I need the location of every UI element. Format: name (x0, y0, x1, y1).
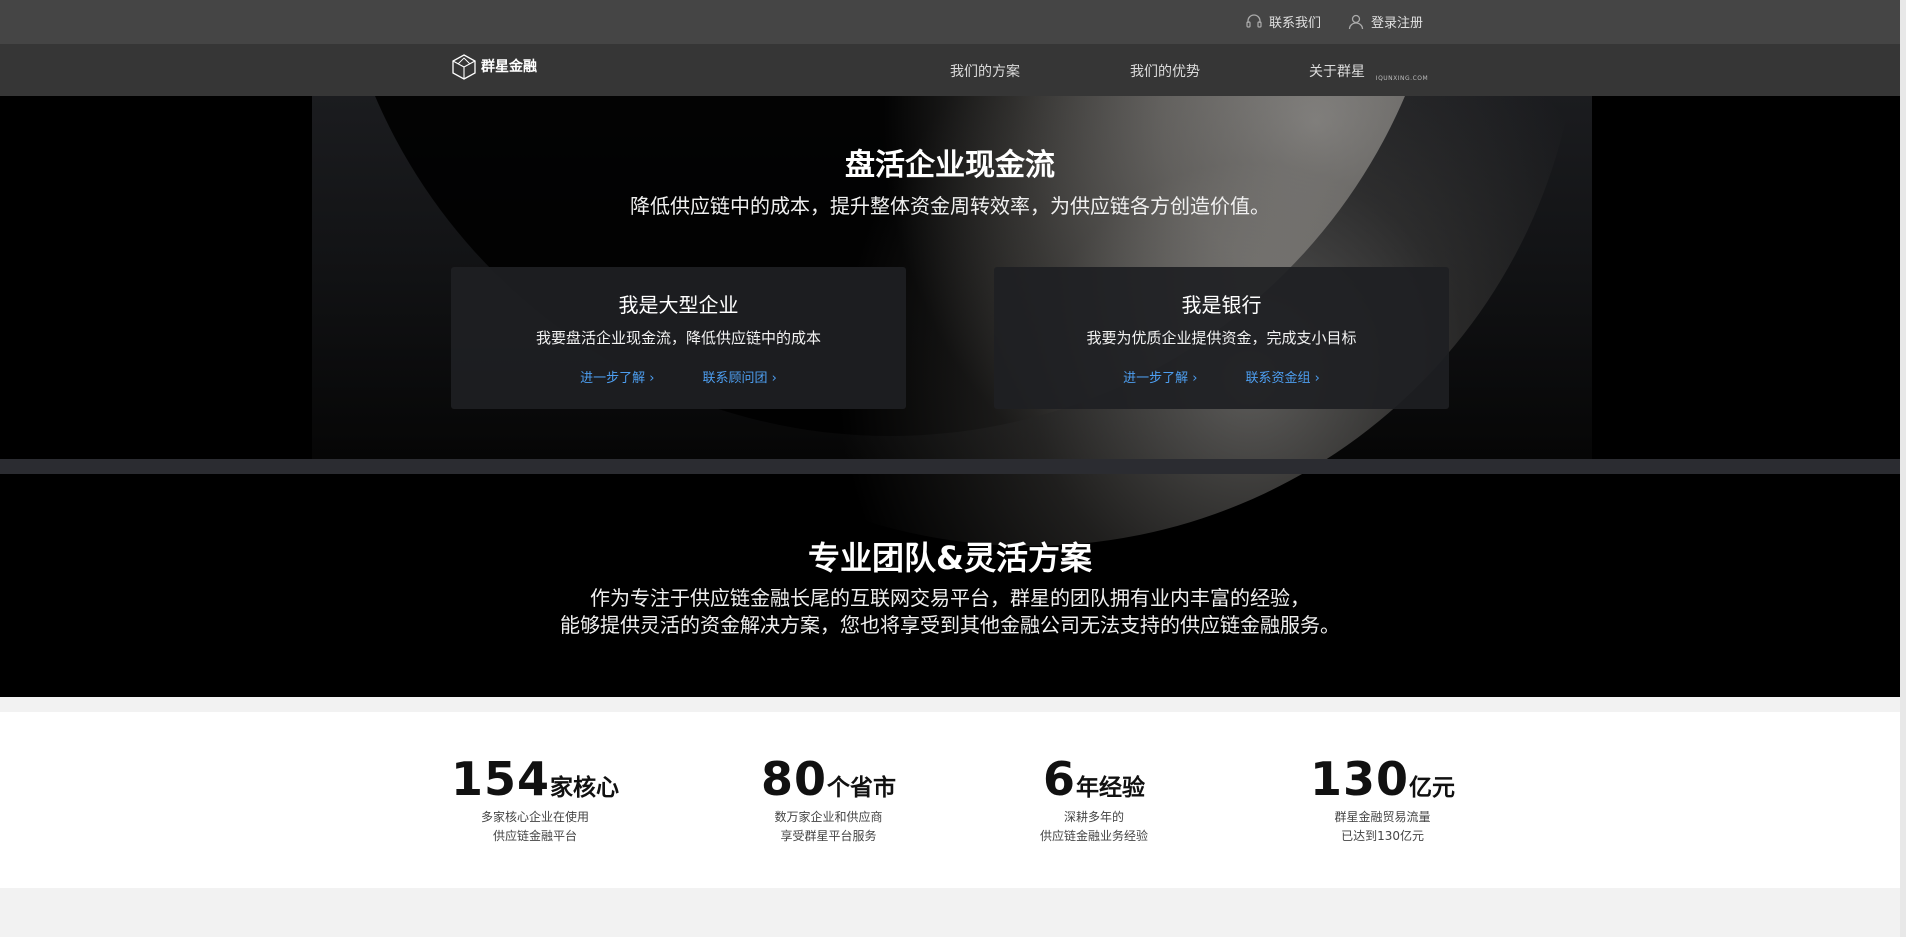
stat-unit: 亿元 (1409, 775, 1456, 801)
headset-icon (1246, 13, 1262, 28)
contact-funding-link[interactable]: 联系资金组 › (1246, 367, 1320, 386)
bank-card-desc: 我要为优质企业提供资金，完成支小目标 (1086, 329, 1357, 347)
stat-unit: 家核心 (550, 775, 620, 801)
main-nav: 群星金融 IQUNXING.COM 我们的方案 我们的优势 关于群星 (0, 44, 1900, 96)
brand-logo[interactable]: 群星金融 IQUNXING.COM (452, 54, 1428, 82)
bank-learn-more-link[interactable]: 进一步了解 › (1123, 367, 1197, 386)
stat-trade-volume: 130亿元 群星金融贸易流量 已达到130亿元 (1310, 752, 1455, 846)
hero-title: 盘活企业现金流 (845, 148, 1055, 183)
nav-about-us[interactable]: 关于群星 (1309, 61, 1365, 81)
stat-number: 80 (761, 752, 828, 806)
stat-desc-line: 享受群星平台服务 (780, 829, 877, 843)
page-scrollbar[interactable] (1900, 0, 1906, 937)
stat-desc-line: 群星金融贸易流量 (1334, 810, 1431, 824)
enterprise-card: 我是大型企业 我要盘活企业现金流，降低供应链中的成本 进一步了解 › 联系顾问团… (451, 267, 906, 409)
stat-desc-line: 多家核心企业在使用 (481, 810, 590, 824)
team-line-1: 作为专注于供应链金融长尾的互联网交易平台，群星的团队拥有业内丰富的经验， (590, 586, 1310, 610)
contact-us-label: 联系我们 (1268, 16, 1321, 31)
hero-section: 盘活企业现金流 降低供应链中的成本，提升整体资金周转效率，为供应链各方创造价值。… (0, 96, 1900, 697)
login-register-label: 登录注册 (1370, 16, 1423, 31)
enterprise-card-desc: 我要盘活企业现金流，降低供应链中的成本 (535, 329, 821, 347)
team-line-2: 能够提供灵活的资金解决方案，您也将享受到其他金融公司无法支持的供应链金融服务。 (560, 613, 1340, 637)
stat-core-enterprises: 154家核心 多家核心企业在使用 供应链金融平台 (451, 752, 619, 846)
hero-subtitle: 降低供应链中的成本，提升整体资金周转效率，为供应链各方创造价值。 (630, 194, 1270, 218)
stat-desc-line: 数万家企业和供应商 (774, 810, 883, 824)
stat-years-experience: 6年经验 深耕多年的供应链金融业务经验 (1040, 752, 1148, 846)
bank-card: 我是银行 我要为优质企业提供资金，完成支小目标 进一步了解 › 联系资金组 › (994, 267, 1449, 409)
stat-unit: 年经验 (1076, 775, 1146, 801)
enterprise-card-title: 我是大型企业 (618, 293, 739, 317)
stat-desc-line: 已达到130亿元 (1341, 829, 1424, 843)
top-utility-bar: 联系我们 登录注册 (0, 0, 1900, 44)
stat-desc-line: 供应链金融平台 (493, 829, 578, 843)
stat-unit: 个省市 (827, 775, 897, 801)
stat-provinces: 80个省市 数万家企业和供应商 享受群星平台服务 (761, 752, 896, 846)
stat-number: 154 (451, 752, 551, 806)
stat-desc-line: 供应链金融业务经验 (1040, 829, 1149, 843)
logo-name: 群星金融 (481, 59, 537, 75)
stat-desc-line: 深耕多年的 (1064, 810, 1125, 824)
team-title: 专业团队&灵活方案 (808, 539, 1092, 577)
utility-links: 联系我们 登录注册 (1245, 12, 1423, 31)
nav-our-advantages[interactable]: 我们的优势 (1130, 61, 1200, 81)
section-divider (0, 459, 1900, 474)
stat-number: 130 (1310, 752, 1410, 806)
contact-advisors-link[interactable]: 联系顾问团 › (703, 367, 777, 386)
nav-our-solutions[interactable]: 我们的方案 (950, 61, 1020, 81)
stat-number: 6 (1043, 752, 1077, 806)
bank-card-title: 我是银行 (1181, 293, 1262, 317)
user-icon (1348, 14, 1364, 29)
contact-us-link[interactable]: 联系我们 (1245, 12, 1321, 31)
login-register-link[interactable]: 登录注册 (1347, 12, 1423, 31)
enterprise-learn-more-link[interactable]: 进一步了解 › (580, 367, 654, 386)
stats-section: 154家核心 多家核心企业在使用 供应链金融平台 80个省市 数万家企业和供应商享… (0, 712, 1900, 888)
